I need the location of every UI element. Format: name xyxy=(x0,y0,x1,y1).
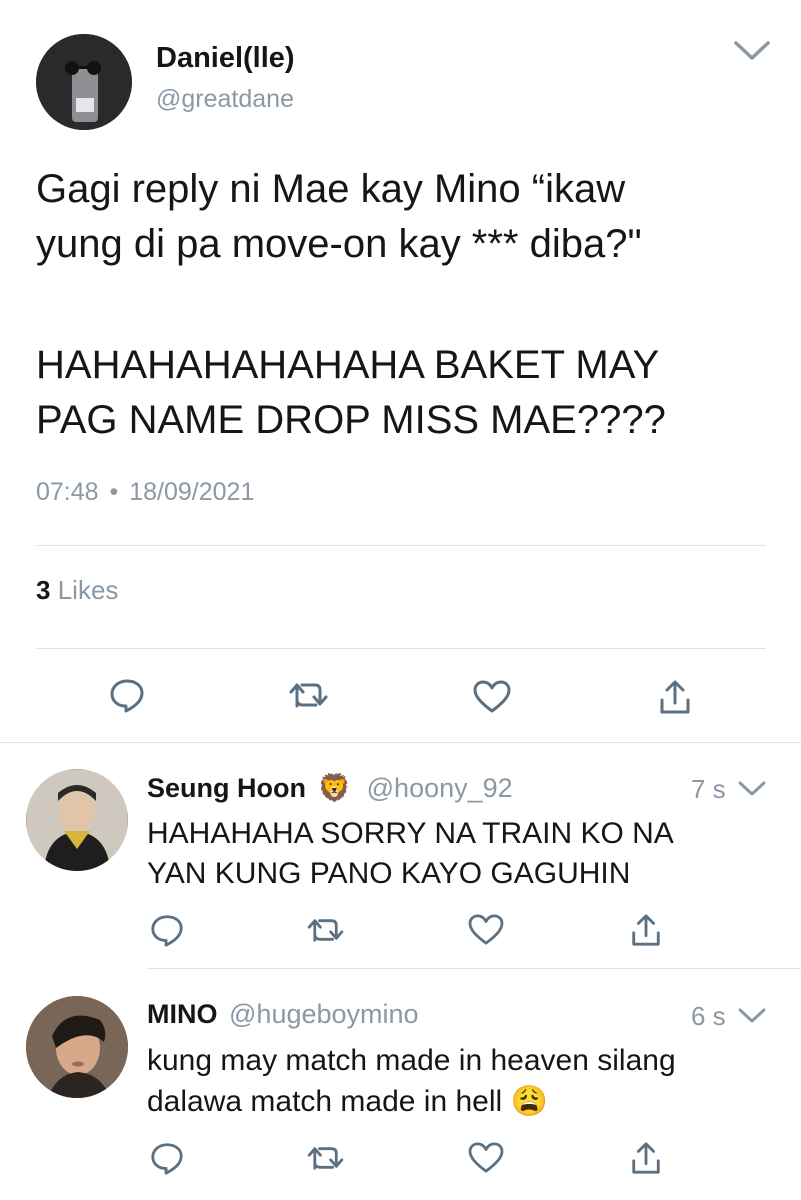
divider xyxy=(36,648,766,649)
chevron-down-icon[interactable] xyxy=(737,780,767,798)
reply-text-line: dalawa match made in hell 😩 xyxy=(147,1081,676,1122)
lion-emoji-badge: 🦁 xyxy=(317,773,352,803)
tweet-text-line: Gagi reply ni Mae kay Mino “ikaw xyxy=(36,167,626,211)
reply-avatar[interactable] xyxy=(26,996,128,1098)
like-icon[interactable] xyxy=(467,1142,505,1174)
reply-header: Seung Hoon 🦁 @hoony_92 xyxy=(147,772,513,804)
reply-text-line: YAN KUNG PANO KAYO GAGUHIN xyxy=(147,857,631,890)
weary-face-emoji: 😩 xyxy=(510,1085,548,1118)
likes-count: 3 xyxy=(36,575,51,605)
reply-avatar[interactable] xyxy=(26,769,128,871)
reply-time: 7 s xyxy=(691,774,726,804)
chevron-down-icon[interactable] xyxy=(733,40,771,62)
timestamp-separator: • xyxy=(109,478,119,506)
share-icon[interactable] xyxy=(657,678,693,716)
tweet-timestamp[interactable]: 07:48 • 18/09/2021 xyxy=(36,478,254,507)
tweet-text-line xyxy=(36,272,776,338)
retweet-icon[interactable] xyxy=(288,680,330,710)
like-icon[interactable] xyxy=(472,680,512,714)
author-avatar[interactable] xyxy=(36,34,132,130)
tweet-text-line: HAHAHAHAHAHAHA BAKET MAY xyxy=(36,343,660,387)
tweet-text-line: PAG NAME DROP MISS MAE???? xyxy=(36,398,666,442)
reply-handle[interactable]: @hoony_92 xyxy=(367,773,513,803)
tweet-text: Gagi reply ni Mae kay Mino “ikaw yung di… xyxy=(36,162,776,448)
like-icon[interactable] xyxy=(467,914,505,946)
tweet-date: 18/09/2021 xyxy=(129,478,255,506)
likes-stat[interactable]: 3 Likes xyxy=(36,575,118,606)
author-handle[interactable]: @greatdane xyxy=(156,85,294,114)
tweet-text-line: yung di pa move-on kay *** diba?" xyxy=(36,222,642,266)
divider xyxy=(147,968,801,969)
divider xyxy=(36,545,766,546)
reply-text-line: kung may match made in heaven silang xyxy=(147,1044,676,1077)
reply-time: 6 s xyxy=(691,1001,726,1031)
retweet-icon[interactable] xyxy=(306,916,346,944)
chevron-down-icon[interactable] xyxy=(737,1007,767,1025)
share-icon[interactable] xyxy=(629,912,663,948)
tweet-time: 07:48 xyxy=(36,478,99,506)
reply-header: MINO @hugeboymino xyxy=(147,999,419,1030)
reply-text: HAHAHAHA SORRY NA TRAIN KO NA YAN KUNG P… xyxy=(147,814,674,894)
author-display-name[interactable]: Daniel(lle) xyxy=(156,42,295,75)
reply-text-line: HAHAHAHA SORRY NA TRAIN KO NA xyxy=(147,817,674,850)
divider xyxy=(0,742,801,743)
reply-display-name[interactable]: MINO xyxy=(147,999,218,1029)
likes-label: Likes xyxy=(57,575,119,605)
reply-icon[interactable] xyxy=(149,1140,185,1176)
reply-text: kung may match made in heaven silang dal… xyxy=(147,1040,676,1122)
reply-icon[interactable] xyxy=(108,676,146,714)
reply-handle[interactable]: @hugeboymino xyxy=(229,999,419,1029)
reply-icon[interactable] xyxy=(149,912,185,948)
reply-display-name[interactable]: Seung Hoon xyxy=(147,773,306,803)
retweet-icon[interactable] xyxy=(306,1144,346,1172)
reply-text-fragment: dalawa match made in hell xyxy=(147,1085,503,1118)
share-icon[interactable] xyxy=(629,1140,663,1176)
